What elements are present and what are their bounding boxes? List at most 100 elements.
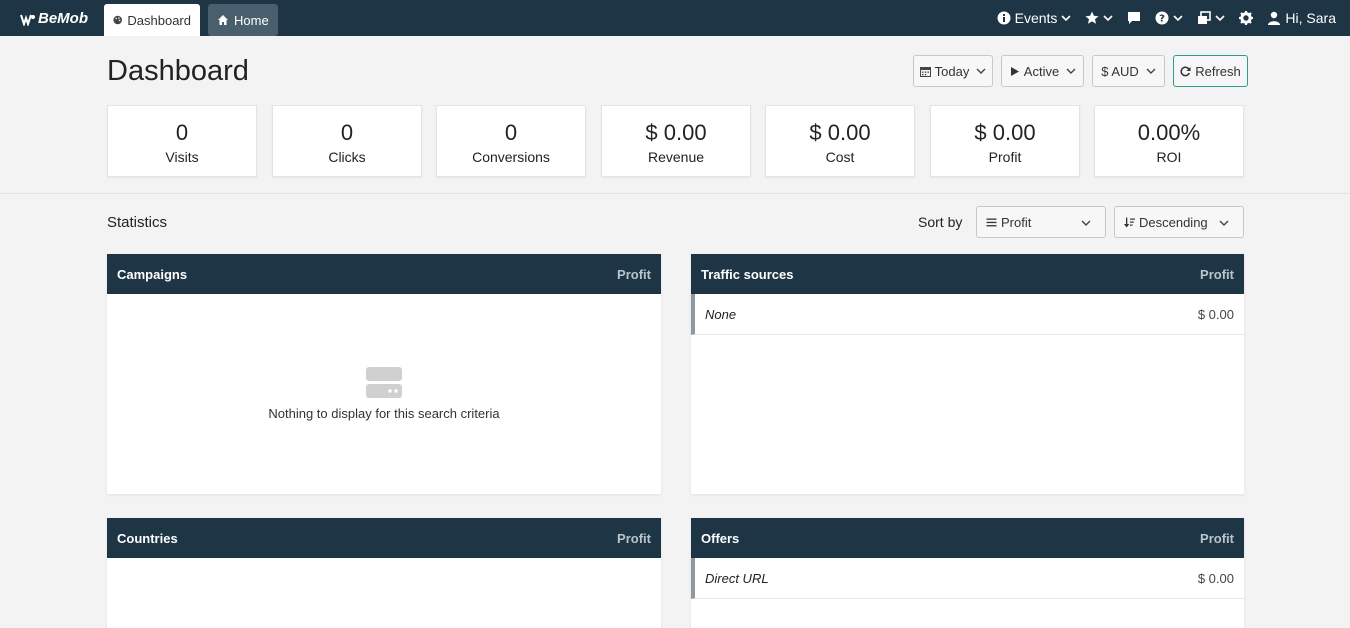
server-drive-icon	[366, 367, 402, 398]
user-icon	[1268, 11, 1281, 25]
stat-card-cost: $ 0.00 Cost	[765, 105, 915, 177]
traffic-sources-panel: Traffic sources Profit None $ 0.00	[691, 254, 1244, 494]
logo-text: BeMob	[38, 10, 88, 27]
top-navbar: BeMob Dashboard Home Events ? Hi, Sara	[0, 0, 1350, 36]
panel-title: Campaigns	[117, 266, 188, 282]
stat-card-roi: 0.00% ROI	[1094, 105, 1244, 177]
chat-icon	[1128, 12, 1141, 24]
tab-home-label: Home	[234, 12, 269, 28]
row-name: None	[705, 306, 737, 322]
sort-field-select[interactable]: Profit	[976, 206, 1106, 238]
star-icon	[1085, 11, 1099, 24]
chevron-down-icon	[976, 68, 986, 74]
refresh-label: Refresh	[1195, 63, 1241, 79]
panel-title: Countries	[117, 530, 178, 546]
stat-card-clicks: 0 Clicks	[272, 105, 422, 177]
list-item[interactable]: Direct URL $ 0.00	[691, 558, 1244, 599]
page-title: Dashboard	[107, 55, 249, 87]
date-range-label: Today	[934, 63, 970, 79]
refresh-icon	[1180, 66, 1191, 76]
copy-windows-icon	[1198, 11, 1212, 24]
stat-label: Cost	[825, 149, 855, 165]
tab-dashboard-label: Dashboard	[127, 12, 191, 28]
panel-header: Countries Profit	[107, 518, 661, 558]
stat-label: Revenue	[647, 149, 705, 165]
panel-title: Offers	[701, 530, 740, 546]
panel-header: Campaigns Profit	[107, 254, 661, 294]
sort-order-value: Descending	[1139, 214, 1208, 230]
info-circle-icon	[997, 11, 1011, 25]
row-name: Direct URL	[705, 570, 769, 586]
stat-value: 0	[340, 120, 354, 145]
countries-panel: Countries Profit	[107, 518, 661, 628]
chevron-down-icon	[1103, 15, 1113, 22]
empty-state: Nothing to display for this search crite…	[107, 366, 661, 421]
home-icon	[218, 15, 228, 25]
help-menu[interactable]: ?	[1148, 0, 1190, 36]
panel-title: Traffic sources	[701, 266, 794, 282]
stat-value: 0	[504, 120, 518, 145]
windows-menu[interactable]	[1190, 0, 1232, 36]
chevron-down-icon	[1215, 15, 1225, 22]
bemob-logo-icon	[20, 14, 35, 26]
stat-value: $ 0.00	[809, 120, 871, 145]
events-label: Events	[1014, 10, 1058, 26]
panel-header: Traffic sources Profit	[691, 254, 1244, 294]
favorites-menu[interactable]	[1078, 0, 1120, 36]
panel-column-header[interactable]: Profit	[617, 267, 651, 282]
messages-button[interactable]	[1120, 0, 1148, 36]
campaigns-panel: Campaigns Profit Nothing to display for …	[107, 254, 661, 494]
panel-column-header[interactable]: Profit	[1200, 267, 1234, 282]
stat-label: ROI	[1156, 149, 1182, 165]
tab-home[interactable]: Home	[208, 4, 278, 36]
stat-card-profit: $ 0.00 Profit	[930, 105, 1080, 177]
calendar-icon	[919, 66, 931, 77]
stat-value: $ 0.00	[645, 120, 707, 145]
sort-field-value: Profit	[1001, 214, 1032, 230]
navbar-right: Events ? Hi, Sara	[990, 0, 1343, 36]
status-filter-label: Active	[1023, 63, 1060, 79]
stat-label: Clicks	[328, 149, 366, 165]
list-item[interactable]: None $ 0.00	[691, 294, 1244, 335]
play-icon	[1010, 66, 1019, 76]
stat-label: Conversions	[472, 149, 550, 165]
stat-card-conversions: 0 Conversions	[436, 105, 586, 177]
svg-text:?: ?	[1160, 14, 1166, 25]
statistics-title: Statistics	[107, 214, 168, 231]
stat-label: Profit	[988, 149, 1022, 165]
empty-state-message: Nothing to display for this search crite…	[268, 406, 500, 421]
tab-dashboard[interactable]: Dashboard	[104, 4, 200, 36]
palette-icon	[113, 15, 122, 25]
chevron-down-icon	[1081, 220, 1091, 226]
stat-value: 0	[175, 120, 189, 145]
panel-column-header[interactable]: Profit	[617, 531, 651, 546]
panel-header: Offers Profit	[691, 518, 1244, 558]
sort-by-label: Sort by	[918, 214, 963, 230]
stat-label: Visits	[165, 149, 199, 165]
stat-value: 0.00%	[1137, 120, 1201, 145]
section-divider	[0, 193, 1350, 194]
sort-order-select[interactable]: Descending	[1114, 206, 1244, 238]
chevron-down-icon	[1146, 68, 1156, 74]
currency-label: $ AUD	[1101, 63, 1139, 79]
settings-button[interactable]	[1232, 0, 1260, 36]
currency-dropdown[interactable]: $ AUD	[1092, 55, 1165, 87]
user-greeting: Hi, Sara	[1285, 10, 1336, 26]
stat-card-visits: 0 Visits	[107, 105, 257, 177]
date-range-dropdown[interactable]: Today	[913, 55, 993, 87]
events-menu[interactable]: Events	[990, 0, 1079, 36]
list-icon	[986, 218, 997, 226]
user-menu[interactable]: Hi, Sara	[1260, 0, 1343, 36]
stat-value: $ 0.00	[974, 120, 1036, 145]
status-filter-dropdown[interactable]: Active	[1001, 55, 1084, 87]
chevron-down-icon	[1173, 15, 1183, 22]
row-value: $ 0.00	[1197, 570, 1234, 586]
refresh-button[interactable]: Refresh	[1173, 55, 1248, 87]
sort-descending-icon	[1124, 217, 1135, 227]
stat-card-revenue: $ 0.00 Revenue	[601, 105, 751, 177]
bemob-logo[interactable]: BeMob	[20, 10, 88, 27]
question-circle-icon: ?	[1155, 11, 1169, 25]
row-value: $ 0.00	[1197, 306, 1234, 322]
panel-column-header[interactable]: Profit	[1200, 531, 1234, 546]
chevron-down-icon	[1219, 220, 1229, 226]
